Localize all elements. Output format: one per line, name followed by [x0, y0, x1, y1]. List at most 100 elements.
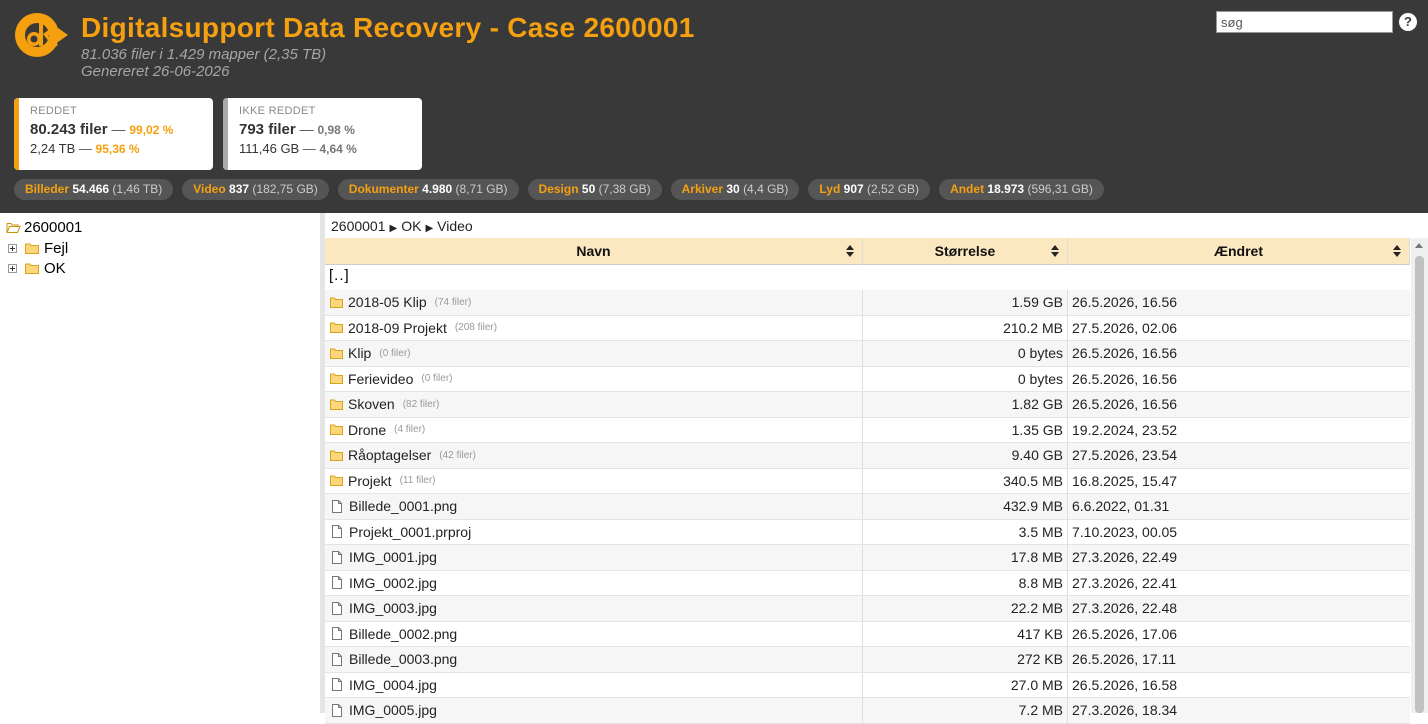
file-row[interactable]: IMG_0003.jpg 22.2 MB 27.3.2026, 22.48: [325, 596, 1410, 622]
folder-row[interactable]: 2018-05 Klip (74 filer) 1.59 GB 26.5.2026, …: [325, 290, 1410, 316]
item-name[interactable]: Billede_0001.png: [349, 498, 457, 514]
column-header-modified[interactable]: Ændret: [1068, 238, 1410, 265]
search-input[interactable]: [1216, 11, 1393, 33]
cell-size: 0 bytes: [863, 366, 1068, 391]
scrollbar-thumb[interactable]: [1415, 256, 1424, 713]
unsaved-file-count: 793 filer: [239, 121, 296, 138]
help-icon[interactable]: ?: [1399, 13, 1417, 31]
category-chip-lyd[interactable]: Lyd 907 (2,52 GB): [808, 179, 931, 200]
cell-modified: 27.5.2026, 23.54: [1072, 447, 1178, 463]
table-header: Navn Størrelse Ændret: [325, 238, 1410, 265]
item-file-count: (0 filer): [421, 373, 453, 385]
category-chip-arkiver[interactable]: Arkiver 30 (4,4 GB): [670, 179, 800, 200]
header: Digitalsupport Data Recovery - Case 2600…: [0, 0, 1428, 213]
column-title: Navn: [576, 243, 611, 259]
item-name[interactable]: Billede_0003.png: [349, 651, 457, 667]
category-chip-dokumenter[interactable]: Dokumenter 4.980 (8,71 GB): [337, 179, 519, 200]
expand-icon[interactable]: [8, 244, 17, 253]
file-icon: [332, 576, 342, 590]
item-name[interactable]: 2018-05 Klip: [348, 294, 427, 310]
folder-open-icon: [6, 223, 21, 233]
unsaved-size-percent: 4,64 %: [319, 142, 357, 156]
vertical-scrollbar[interactable]: [1411, 238, 1428, 713]
file-row[interactable]: Projekt_0001.prproj 3.5 MB 7.10.2023, 00.0…: [325, 519, 1410, 545]
cell-size: 417 KB: [863, 621, 1068, 646]
folder-icon: [25, 243, 39, 254]
item-name[interactable]: Projekt: [348, 473, 392, 489]
breadcrumb-item[interactable]: 2600001: [331, 218, 386, 234]
item-file-count: (11 filer): [399, 475, 436, 487]
category-chip-billeder[interactable]: Billeder 54.466 (1,46 TB): [14, 179, 174, 200]
parent-directory-link[interactable]: [..]: [329, 267, 350, 284]
saved-summary-card: REDDET 80.243 filer — 99,02 % 2,24 TB — …: [14, 98, 213, 170]
item-name[interactable]: IMG_0002.jpg: [349, 575, 437, 591]
chevron-right-icon: ▶: [389, 223, 398, 234]
cell-name: Projekt (11 filer): [325, 468, 863, 493]
item-name[interactable]: IMG_0004.jpg: [349, 677, 437, 693]
scroll-up-icon[interactable]: [1415, 243, 1423, 248]
category-chip-video[interactable]: Video 837 (182,75 GB): [182, 179, 329, 200]
folder-row[interactable]: Projekt (11 filer) 340.5 MB 16.8.2025, 15.4…: [325, 468, 1410, 494]
file-icon: [332, 525, 342, 539]
folder-icon: [330, 424, 343, 436]
unsaved-summary-card: IKKE REDDET 793 filer — 0,98 % 111,46 GB…: [223, 98, 422, 170]
file-row[interactable]: Billede_0003.png 272 KB 26.5.2026, 17.11: [325, 647, 1410, 673]
folder-row[interactable]: Drone (4 filer) 1.35 GB 19.2.2024, 23.52: [325, 417, 1410, 443]
item-name[interactable]: IMG_0001.jpg: [349, 549, 437, 565]
sort-icon: [1051, 245, 1059, 258]
file-row[interactable]: IMG_0005.jpg 7.2 MB 27.3.2026, 18.34: [325, 698, 1410, 724]
item-name[interactable]: Drone: [348, 422, 386, 438]
cell-name: Ferievideo (0 filer): [325, 366, 863, 391]
file-icon: [332, 652, 342, 666]
item-name[interactable]: Billede_0002.png: [349, 626, 457, 642]
cell-name: Billede_0002.png: [325, 621, 863, 646]
cell-modified: 27.3.2026, 18.34: [1072, 702, 1178, 718]
item-name[interactable]: IMG_0005.jpg: [349, 702, 437, 718]
folder-row[interactable]: Ferievideo (0 filer) 0 bytes 26.5.2026, 16.…: [325, 366, 1410, 392]
column-header-size[interactable]: Størrelse: [863, 238, 1068, 265]
file-row[interactable]: Billede_0002.png 417 KB 26.5.2026, 17.06: [325, 621, 1410, 647]
folder-row[interactable]: 2018-09 Projekt (208 filer) 210.2 MB 27.5.2…: [325, 315, 1410, 341]
folder-row[interactable]: Skoven (82 filer) 1.82 GB 26.5.2026, 16.56: [325, 392, 1410, 418]
item-name[interactable]: Skoven: [348, 396, 395, 412]
cell-modified: 26.5.2026, 16.56: [1072, 345, 1178, 361]
cell-size: 9.40 GB: [863, 443, 1068, 468]
file-row[interactable]: Billede_0001.png 432.9 MB 6.6.2022, 01.31: [325, 494, 1410, 520]
expand-icon[interactable]: [8, 264, 17, 273]
item-file-count: (208 filer): [454, 322, 498, 334]
folder-row[interactable]: Råoptagelser (42 filer) 9.40 GB 27.5.2026, …: [325, 443, 1410, 469]
tree-node-fejl[interactable]: Fejl: [8, 240, 68, 257]
separator: —: [111, 121, 126, 137]
category-chip-andet[interactable]: Andet 18.973 (596,31 GB): [939, 179, 1104, 200]
breadcrumb-item[interactable]: OK: [401, 218, 421, 234]
cell-size: 432.9 MB: [863, 494, 1068, 519]
folder-icon: [330, 297, 343, 308]
item-name[interactable]: Ferievideo: [348, 371, 413, 387]
item-name[interactable]: Råoptagelser: [348, 447, 431, 463]
item-name[interactable]: Projekt_0001.prproj: [349, 524, 471, 540]
cell-size: 22.2 MB: [863, 596, 1068, 621]
column-header-name[interactable]: Navn: [325, 238, 863, 265]
cell-size: 272 KB: [863, 647, 1068, 672]
item-file-count: (4 filer): [394, 424, 426, 436]
tree-node-root[interactable]: 2600001: [6, 219, 82, 236]
file-row[interactable]: IMG_0001.jpg 17.8 MB 27.3.2026, 22.49: [325, 545, 1410, 571]
page-title: Digitalsupport Data Recovery - Case 2600…: [81, 12, 695, 43]
cell-modified: 26.5.2026, 17.06: [1072, 625, 1178, 642]
cell-size: 17.8 MB: [863, 545, 1068, 570]
item-file-count: (0 filer): [379, 347, 411, 359]
card-accent: [14, 98, 19, 170]
category-chip-design[interactable]: Design 50 (7,38 GB): [527, 179, 662, 200]
cell-name: IMG_0003.jpg: [325, 596, 863, 621]
cell-size: 1.82 GB: [863, 392, 1068, 417]
folder-row[interactable]: Klip (0 filer) 0 bytes 26.5.2026, 16.56: [325, 341, 1410, 367]
tree-node-ok[interactable]: OK: [8, 260, 66, 277]
item-name[interactable]: IMG_0003.jpg: [349, 600, 437, 616]
item-name[interactable]: 2018-09 Projekt: [348, 320, 447, 336]
cell-size: 340.5 MB: [863, 468, 1068, 493]
file-row[interactable]: IMG_0004.jpg 27.0 MB 26.5.2026, 16.58: [325, 672, 1410, 698]
file-row[interactable]: IMG_0002.jpg 8.8 MB 27.3.2026, 22.41: [325, 570, 1410, 596]
breadcrumb-item[interactable]: Video: [437, 218, 473, 234]
item-name[interactable]: Klip: [348, 345, 371, 361]
folder-icon: [330, 348, 343, 359]
